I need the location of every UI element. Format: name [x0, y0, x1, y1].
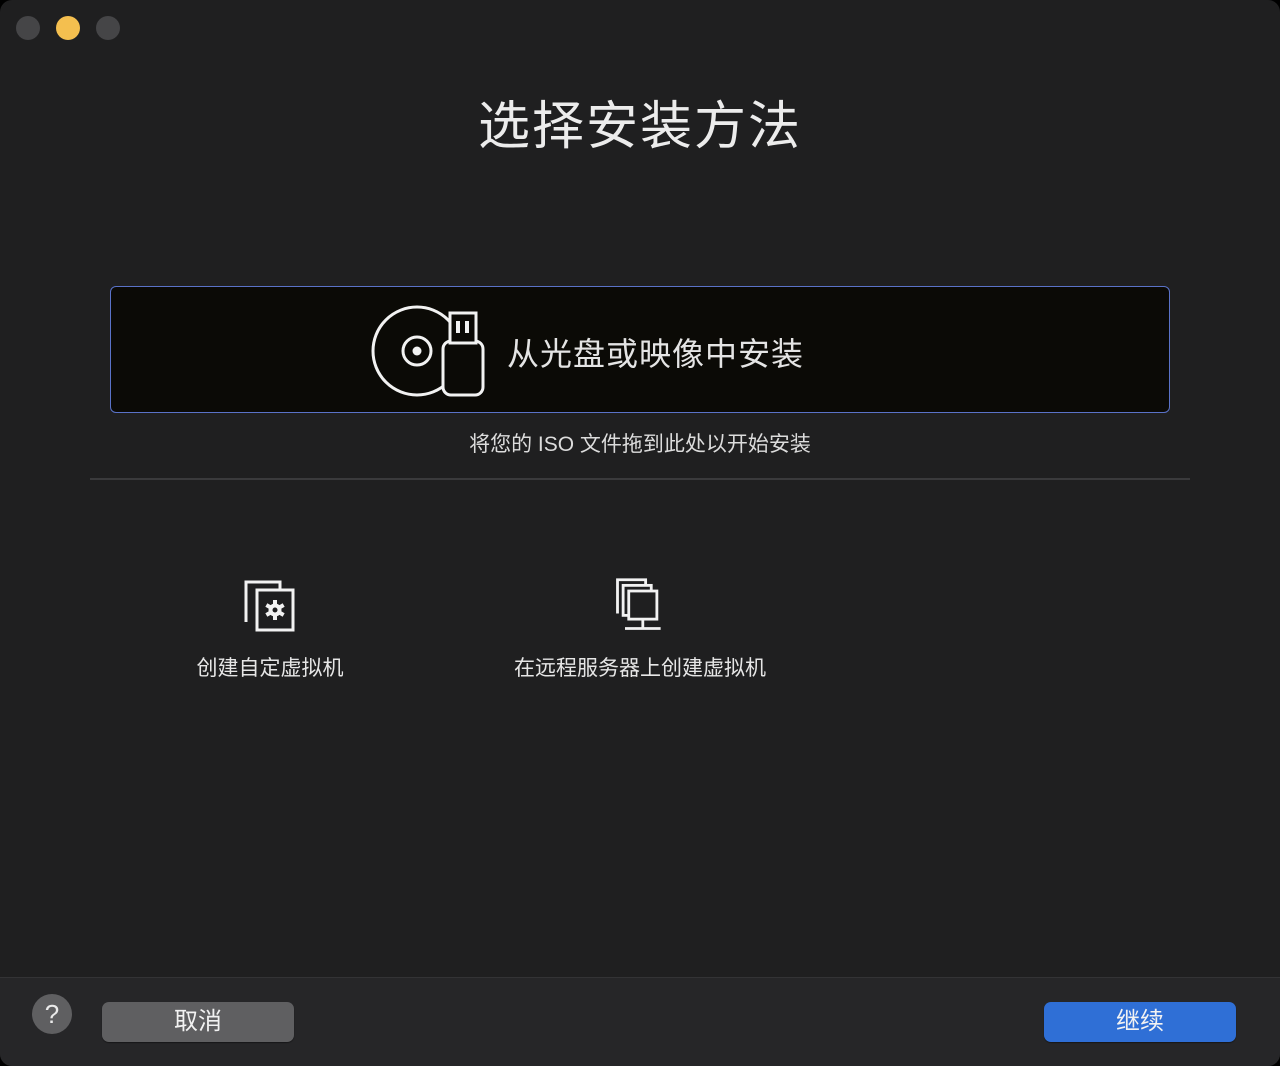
create-custom-vm-option[interactable]: 创建自定虚拟机	[170, 570, 370, 690]
page-title: 选择安装方法	[477, 98, 802, 156]
create-remote-vm-label: 在远程服务器上创建虚拟机	[514, 657, 766, 680]
install-from-disc-label: 从光盘或映像中安装	[507, 336, 805, 372]
custom-vm-gear-icon	[244, 580, 295, 632]
footer-bar: ? 取消 继续	[0, 977, 1280, 1066]
window-zoom-button[interactable]	[96, 16, 120, 40]
install-from-disc-button[interactable]: 从光盘或映像中安装	[110, 286, 1170, 413]
remote-server-icon	[616, 578, 661, 630]
drop-hint-text: 将您的 ISO 文件拖到此处以开始安装	[469, 433, 811, 456]
continue-button[interactable]: 继续	[1044, 1002, 1236, 1042]
window-close-button[interactable]	[16, 16, 40, 40]
help-button[interactable]: ?	[32, 994, 72, 1034]
disc-usb-icon	[371, 305, 485, 397]
create-custom-vm-label: 创建自定虚拟机	[196, 657, 344, 680]
cancel-button[interactable]: 取消	[102, 1002, 294, 1042]
section-divider	[90, 478, 1190, 480]
window-minimize-button[interactable]	[56, 16, 80, 40]
create-remote-vm-option[interactable]: 在远程服务器上创建虚拟机	[480, 570, 800, 690]
installer-window: 选择安装方法 从光盘或映像中安装 将您的 ISO 文件拖到此处以开始安装 创建自…	[0, 0, 1280, 1066]
